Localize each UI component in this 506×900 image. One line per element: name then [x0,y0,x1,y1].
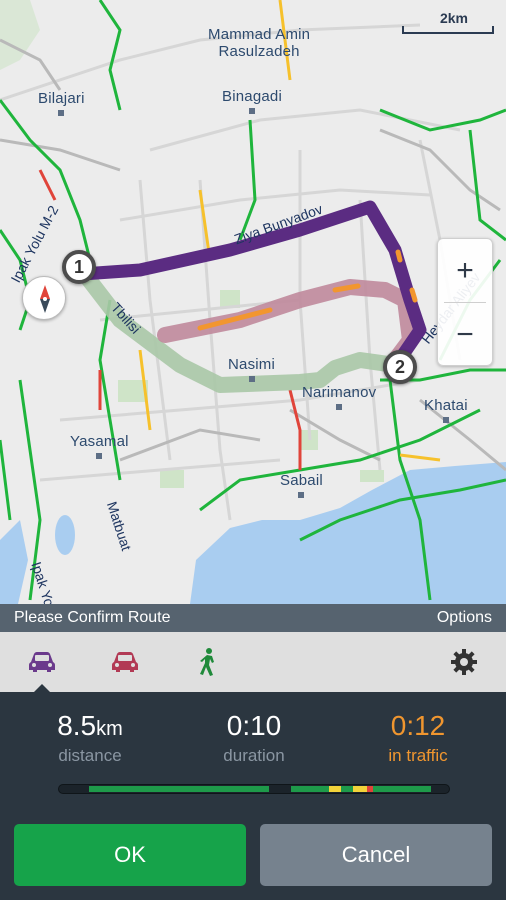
route-end-pin[interactable]: 2 [383,350,417,384]
options-link[interactable]: Options [437,609,492,627]
traffic-seg-free-3 [341,786,353,792]
compass-icon [40,285,50,313]
route-stats: 8.5km distance 0:10 duration 0:12 in tra… [0,692,506,810]
place-sabail: Sabail [280,472,323,498]
place-rasulzadeh: Mammad Amin Rasulzadeh [208,26,311,60]
mode-walk[interactable] [186,640,230,684]
traffic-seg-slow-2 [353,786,367,792]
duration-value: 0:10 [226,710,282,741]
confirm-route-title: Please Confirm Route [14,609,171,626]
mode-car-purple[interactable] [20,640,64,693]
ok-button[interactable]: OK [14,824,246,886]
traffic-seg-free-2 [291,786,329,792]
traffic-seg-free-4 [373,786,431,792]
stat-distance: 8.5km distance [20,710,160,766]
traffic-label: in traffic [388,746,448,765]
duration-label: duration [223,746,285,765]
traffic-value: 0:12 [390,710,446,741]
traffic-seg-free-1 [89,786,269,792]
zoom-control: + − [437,238,493,366]
route-settings-button[interactable] [442,640,486,684]
distance-label: distance [58,746,122,765]
place-yasamal: Yasamal [70,433,129,459]
car-icon [29,652,55,672]
route-mode-bar [0,632,506,693]
compass-button[interactable] [22,276,66,320]
scale-label: 2km [439,10,468,26]
place-bilajari: Bilajari [38,90,85,116]
action-buttons: OK Cancel [0,810,506,900]
confirm-route-bar: Please Confirm Route Options [0,604,506,632]
place-nasimi: Nasimi [228,356,276,382]
place-khatai: Khatai [424,397,468,423]
mode-car-pink[interactable] [103,640,147,684]
traffic-bar [58,784,450,794]
cancel-button[interactable]: Cancel [260,824,492,886]
distance-value: 8.5 [57,710,97,741]
stat-traffic: 0:12 in traffic [348,710,488,766]
zoom-out-button[interactable]: − [438,303,492,366]
place-narimanov: Narimanov [302,384,377,410]
gear-icon [451,649,477,675]
map-scale: 2km [402,8,494,38]
stat-duration: 0:10 duration [184,710,324,766]
route-start-pin[interactable]: 1 [62,250,96,284]
place-binagadi: Binagadi [222,88,282,114]
car-icon [112,652,138,672]
walk-icon [200,648,214,676]
distance-unit: km [96,718,123,740]
traffic-seg-slow-1 [329,786,341,792]
map-view[interactable]: 2km Mammad Amin Rasulzadeh Bilajari Bina… [0,0,506,604]
zoom-in-button[interactable]: + [438,239,492,302]
